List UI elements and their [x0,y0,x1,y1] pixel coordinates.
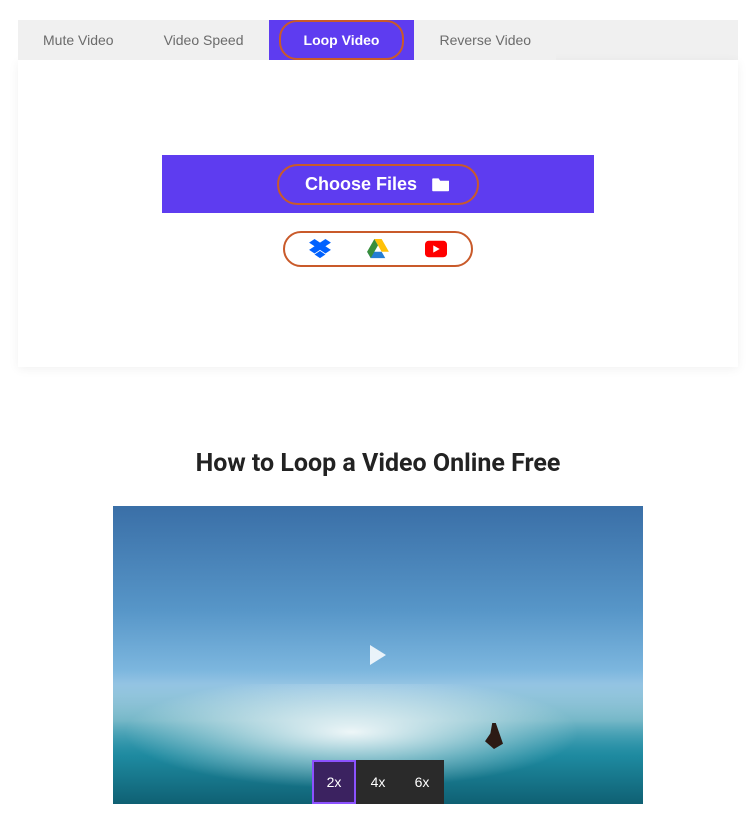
tab-mute-video[interactable]: Mute Video [18,20,139,60]
tab-loop-video-wrap: Loop Video [269,20,415,60]
dropbox-icon[interactable] [309,239,331,259]
tool-tabs: Mute Video Video Speed Loop Video Revers… [18,20,738,60]
cloud-sources-row [283,231,473,267]
loop-option-2x[interactable]: 2x [312,760,356,804]
tab-video-speed[interactable]: Video Speed [139,20,269,60]
video-preview[interactable]: 2x 4x 6x [113,506,643,804]
loop-option-4x[interactable]: 4x [356,760,400,804]
youtube-icon[interactable] [425,239,447,259]
choose-files-inner: Choose Files [277,164,479,205]
play-icon[interactable] [370,645,386,665]
google-drive-icon[interactable] [367,239,389,259]
folder-icon [431,176,451,192]
choose-files-button[interactable]: Choose Files [162,155,594,213]
tab-reverse-video[interactable]: Reverse Video [414,20,556,60]
choose-files-label: Choose Files [305,174,417,195]
loop-multiplier-bar: 2x 4x 6x [312,760,444,804]
page-heading: How to Loop a Video Online Free [0,449,756,478]
loop-option-6x[interactable]: 6x [400,760,444,804]
upload-card: Choose Files [18,60,738,367]
tab-loop-video[interactable]: Loop Video [279,20,405,60]
